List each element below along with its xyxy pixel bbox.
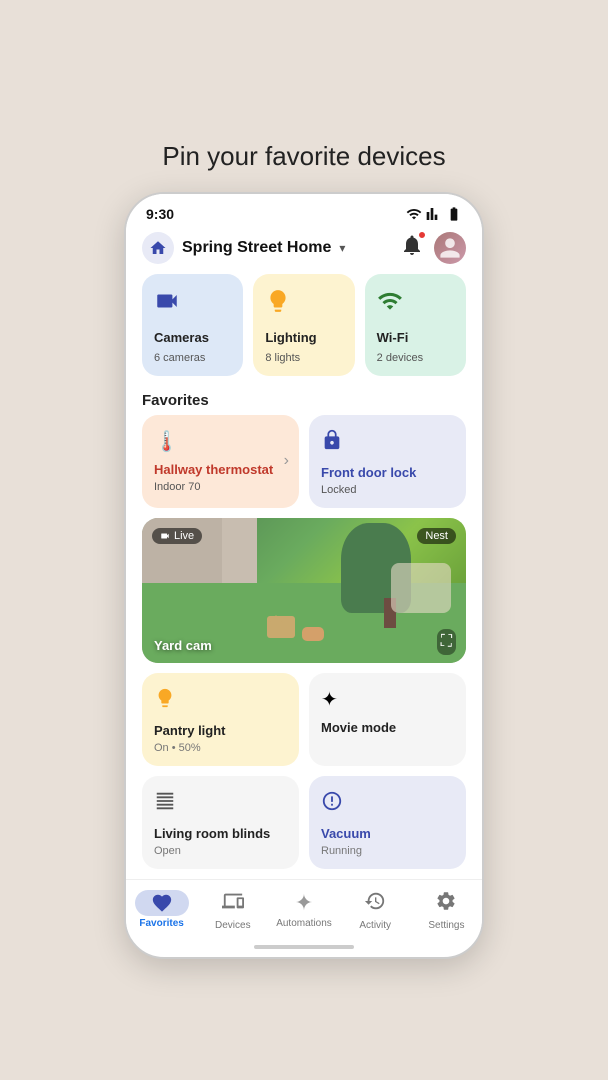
chevron-down-icon[interactable]: ▾	[339, 241, 345, 255]
nav-activity[interactable]: Activity	[340, 890, 411, 931]
wifi-label: Wi-Fi	[377, 330, 454, 346]
status-time: 9:30	[146, 206, 174, 222]
door-lock-card[interactable]: Front door lock Locked	[309, 415, 466, 509]
automations-icon: ✦	[295, 890, 313, 916]
home-indicator	[254, 945, 354, 949]
devices-icon	[222, 890, 244, 918]
thermostat-arrow-icon: ›	[284, 452, 289, 470]
lighting-icon	[265, 288, 342, 320]
lighting-sub: 8 lights	[265, 352, 342, 364]
device-cards-row: Cameras 6 cameras Lighting 8 lights Wi-F…	[126, 274, 482, 384]
nav-settings-label: Settings	[428, 920, 464, 931]
nav-devices-label: Devices	[215, 920, 251, 931]
live-text: Live	[174, 530, 194, 542]
header-left[interactable]: Spring Street Home ▾	[142, 232, 345, 264]
pantry-light-name: Pantry light	[154, 723, 287, 738]
nav-settings[interactable]: Settings	[411, 890, 482, 931]
cameras-card[interactable]: Cameras 6 cameras	[142, 274, 243, 376]
favorites-row: 🌡️ Hallway thermostat Indoor 70 › Front …	[126, 415, 482, 519]
status-bar: 9:30	[126, 194, 482, 226]
movie-mode-name: Movie mode	[321, 720, 454, 735]
header-right	[400, 232, 466, 264]
nav-favorites-label: Favorites	[139, 918, 183, 929]
camera-icon	[154, 288, 231, 320]
lighting-card[interactable]: Lighting 8 lights	[253, 274, 354, 376]
lighting-label: Lighting	[265, 330, 342, 346]
home-icon-bg	[142, 232, 174, 264]
signal-icon	[426, 206, 442, 222]
battery-icon	[446, 206, 462, 222]
favorites-icon-bg	[135, 890, 189, 916]
vacuum-card[interactable]: Vacuum Running	[309, 776, 466, 869]
wifi-card-icon	[377, 288, 454, 320]
blinds-card[interactable]: Living room blinds Open	[142, 776, 299, 869]
nav-favorites[interactable]: Favorites	[126, 890, 197, 929]
movie-mode-card[interactable]: ✦ Movie mode	[309, 673, 466, 766]
blinds-name: Living room blinds	[154, 826, 287, 841]
wifi-icon	[406, 206, 422, 222]
camera-nest-badge: Nest	[417, 528, 456, 544]
vacuum-name: Vacuum	[321, 826, 454, 841]
activity-icon	[364, 890, 386, 918]
door-lock-sub: Locked	[321, 484, 454, 496]
pantry-light-card[interactable]: Pantry light On • 50%	[142, 673, 299, 766]
settings-icon	[435, 890, 457, 918]
camera-name: Yard cam	[154, 638, 212, 653]
cameras-label: Cameras	[154, 330, 231, 346]
thermostat-card[interactable]: 🌡️ Hallway thermostat Indoor 70 ›	[142, 415, 299, 509]
thermostat-name: Hallway thermostat	[154, 462, 287, 478]
blinds-icon	[154, 790, 287, 818]
camera-live-badge: Live	[152, 528, 202, 544]
nav-automations-label: Automations	[276, 918, 332, 929]
smart-cards-row: Pantry light On • 50% ✦ Movie mode	[126, 673, 482, 776]
page-title: Pin your favorite devices	[162, 141, 445, 172]
sparkle-icon: ✦	[321, 687, 454, 712]
wifi-card[interactable]: Wi-Fi 2 devices	[365, 274, 466, 376]
app-header: Spring Street Home ▾	[126, 226, 482, 274]
camera-feed-card[interactable]: Live Nest Yard cam ⛶	[142, 518, 466, 663]
blinds-sub: Open	[154, 845, 287, 857]
bottom-cards-row: Living room blinds Open Vacuum Running	[126, 776, 482, 879]
nav-devices[interactable]: Devices	[197, 890, 268, 931]
camera-expand-icon[interactable]: ⛶	[437, 629, 456, 655]
vacuum-icon	[321, 790, 454, 818]
door-lock-name: Front door lock	[321, 465, 454, 481]
phone-shell: 9:30 Spring Street Home ▾	[124, 192, 484, 959]
favorites-section-label: Favorites	[126, 384, 482, 415]
status-icons	[406, 206, 462, 222]
pantry-light-sub: On • 50%	[154, 742, 287, 754]
home-icon	[149, 239, 167, 257]
pantry-light-icon	[154, 687, 287, 715]
nav-automations[interactable]: ✦ Automations	[268, 890, 339, 929]
lock-icon	[321, 429, 454, 457]
bottom-nav: Favorites Devices ✦ Automations Activity…	[126, 879, 482, 939]
wifi-sub: 2 devices	[377, 352, 454, 364]
home-name[interactable]: Spring Street Home	[182, 239, 331, 257]
thermostat-icon: 🌡️	[154, 429, 287, 454]
notification-bell[interactable]	[400, 233, 424, 262]
cameras-sub: 6 cameras	[154, 352, 231, 364]
nav-activity-label: Activity	[359, 920, 391, 931]
thermostat-sub: Indoor 70	[154, 481, 287, 493]
notification-dot	[418, 231, 426, 239]
avatar[interactable]	[434, 232, 466, 264]
vacuum-sub: Running	[321, 845, 454, 857]
